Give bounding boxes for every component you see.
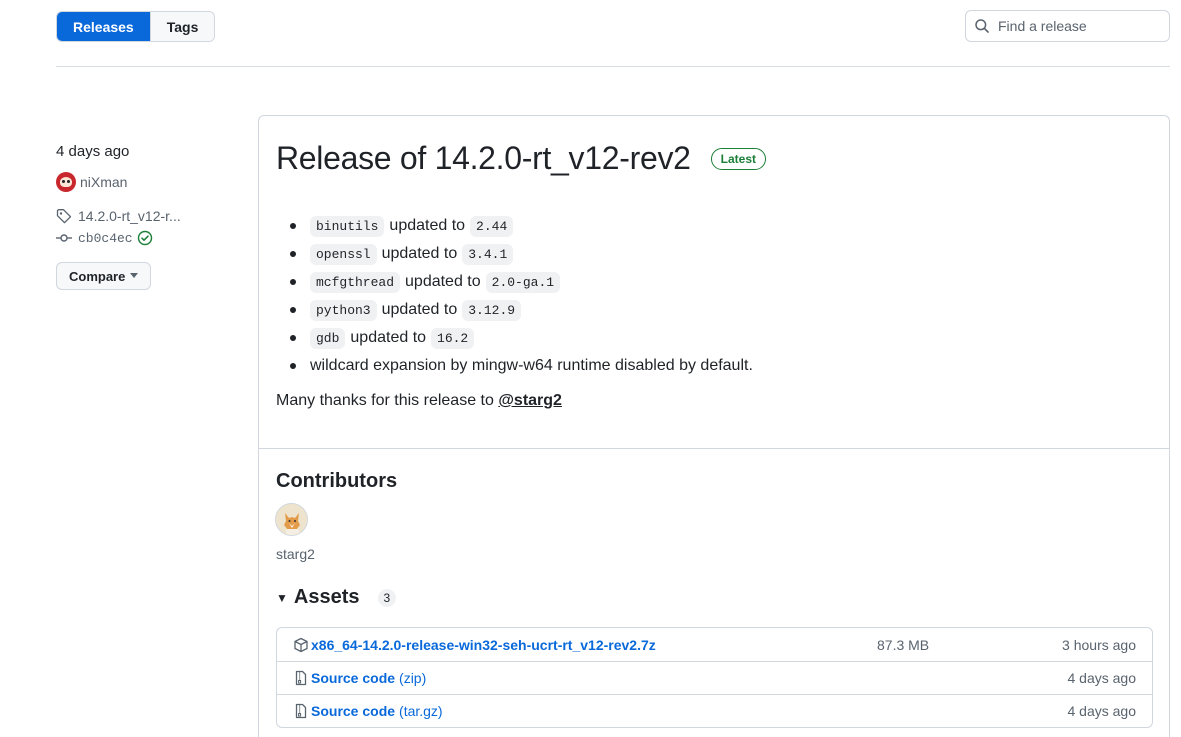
asset-row[interactable]: x86_64-14.2.0-release-win32-seh-ucrt-rt_…	[277, 628, 1152, 661]
thanks-line: Many thanks for this release to @starg2	[276, 392, 1136, 410]
assets-list: x86_64-14.2.0-release-win32-seh-ucrt-rt_…	[276, 627, 1153, 728]
thanks-prefix: Many thanks for this release to	[276, 392, 499, 409]
package-name: mcfgthread	[310, 271, 401, 293]
contributor-name[interactable]: starg2	[276, 546, 315, 562]
release-card: Release of 14.2.0-rt_v12-rev2 Latest bin…	[258, 115, 1170, 737]
tags-tab[interactable]: Tags	[149, 12, 215, 41]
asset-name-link[interactable]: Source code	[311, 670, 395, 686]
file-zip-icon	[295, 670, 307, 686]
top-divider	[56, 66, 1170, 67]
package-version: 16.2	[431, 327, 475, 349]
note-text: updated to	[389, 217, 466, 234]
package-name: python3	[310, 299, 377, 321]
release-sidebar: 4 days ago niXman 14.2.0-rt_v12-r... cb0…	[56, 142, 246, 290]
note-item: wildcard expansion by mingw-w64 runtime …	[276, 352, 1136, 380]
author-row[interactable]: niXman	[56, 172, 246, 192]
note-text: wildcard expansion by mingw-w64 runtime …	[310, 357, 753, 374]
compare-button[interactable]: Compare	[56, 262, 151, 290]
assets-toggle[interactable]: ▼ Assets 3	[276, 586, 397, 609]
note-text: updated to	[350, 329, 427, 346]
tag-icon	[56, 209, 72, 224]
asset-date: 4 days ago	[1067, 670, 1137, 686]
package-icon	[294, 637, 308, 652]
commit-sha[interactable]: cb0c4ec	[78, 231, 133, 246]
package-name: openssl	[310, 243, 377, 265]
search-input[interactable]	[998, 18, 1158, 34]
asset-format[interactable]: (tar.gz)	[399, 703, 443, 719]
package-version: 3.4.1	[462, 243, 514, 265]
fox-avatar-icon	[276, 504, 307, 535]
author-avatar[interactable]	[56, 172, 76, 192]
note-item: gdb updated to 16.2	[276, 324, 1136, 352]
thanks-user-link[interactable]: @starg2	[498, 392, 562, 409]
triangle-down-icon: ▼	[276, 590, 288, 605]
package-version: 2.0-ga.1	[485, 271, 561, 293]
contributors-heading: Contributors	[276, 470, 398, 492]
asset-size: 87.3 MB	[877, 636, 930, 653]
asset-row[interactable]: Source code (zip) 4 days ago	[277, 661, 1152, 694]
find-release-search[interactable]	[965, 10, 1170, 42]
section-divider	[259, 448, 1169, 449]
latest-badge: Latest	[710, 147, 766, 170]
asset-format[interactable]: (zip)	[399, 670, 426, 686]
releases-tab[interactable]: Releases	[57, 12, 150, 41]
contributor-avatar[interactable]	[275, 503, 308, 536]
asset-date: 3 hours ago	[1062, 636, 1136, 653]
package-name: gdb	[310, 327, 346, 349]
release-notes: binutils updated to 2.44 openssl updated to…	[276, 212, 1136, 410]
package-version: 2.44	[470, 215, 514, 237]
author-name[interactable]: niXman	[80, 174, 127, 190]
asset-name-link[interactable]: Source code	[311, 703, 395, 719]
note-text: updated to	[381, 301, 458, 318]
release-title[interactable]: Release of 14.2.0-rt_v12-rev2	[276, 140, 691, 177]
note-item: mcfgthread updated to 2.0-ga.1	[276, 268, 1136, 296]
file-zip-icon	[295, 703, 307, 719]
package-version: 3.12.9	[462, 299, 522, 321]
compare-label: Compare	[69, 268, 126, 284]
asset-row[interactable]: Source code (tar.gz) 4 days ago	[277, 694, 1152, 727]
note-item: openssl updated to 3.4.1	[276, 240, 1136, 268]
assets-count: 3	[377, 588, 397, 607]
asset-name-link[interactable]: x86_64-14.2.0-release-win32-seh-ucrt-rt_…	[311, 637, 656, 653]
asset-date: 4 days ago	[1067, 703, 1137, 719]
tag-name[interactable]: 14.2.0-rt_v12-r...	[78, 208, 181, 224]
tag-row[interactable]: 14.2.0-rt_v12-r...	[56, 206, 246, 226]
releases-tags-toggle: Releases Tags	[56, 11, 216, 42]
note-item: binutils updated to 2.44	[276, 212, 1136, 240]
release-date: 4 days ago	[56, 143, 130, 160]
caret-down-icon	[130, 273, 138, 278]
note-text: updated to	[381, 245, 458, 262]
search-icon	[975, 19, 989, 33]
note-text: updated to	[405, 273, 481, 290]
note-item: python3 updated to 3.12.9	[276, 296, 1136, 324]
release-header: Release of 14.2.0-rt_v12-rev2 Latest	[276, 140, 766, 177]
assets-heading: Assets	[293, 586, 360, 608]
commit-row[interactable]: cb0c4ec	[56, 228, 246, 248]
commit-icon	[56, 234, 72, 242]
verified-check-icon[interactable]	[137, 230, 153, 246]
package-name: binutils	[310, 215, 385, 237]
